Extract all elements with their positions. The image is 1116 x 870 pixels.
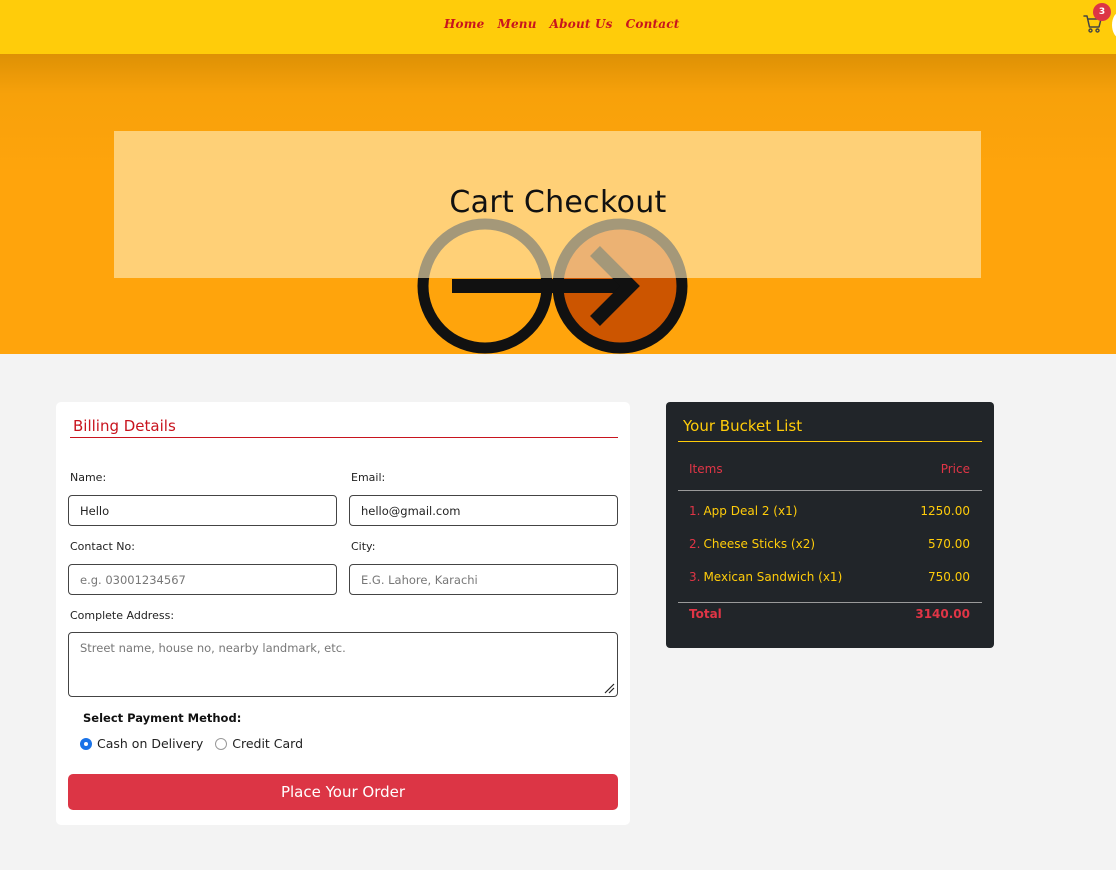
hero-banner: Cart Checkout [0, 54, 1116, 354]
bucket-item-row: 1. App Deal 2 (x1) 1250.00 [689, 504, 970, 520]
item-name: App Deal 2 (x1) [703, 504, 798, 518]
place-order-button[interactable]: Place Your Order [68, 774, 618, 810]
email-input[interactable] [349, 495, 618, 526]
header-divider [678, 490, 982, 491]
item-name-cell: 2. Cheese Sticks (x2) [689, 537, 815, 553]
bucket-title-divider [678, 441, 982, 442]
nav-links: Home Menu About Us Contact [444, 17, 680, 31]
item-price: 1250.00 [920, 504, 970, 518]
address-label: Complete Address: [70, 609, 175, 622]
bucket-list-card: Your Bucket List Items Price 1. App Deal … [666, 402, 994, 648]
cart-button[interactable]: 3 [1083, 3, 1111, 36]
total-value: 3140.00 [915, 607, 970, 621]
payment-option-label: Credit Card [232, 736, 304, 751]
edge-decoration [1112, 12, 1116, 38]
billing-heading-divider [70, 437, 618, 438]
contact-label: Contact No: [70, 540, 135, 553]
cart-count-badge: 3 [1093, 3, 1111, 21]
item-price: 570.00 [928, 537, 970, 551]
payment-option-cod[interactable]: Cash on Delivery [80, 736, 203, 751]
payment-method-title: Select Payment Method: [83, 711, 242, 725]
city-input[interactable] [349, 564, 618, 595]
name-label: Name: [70, 471, 107, 484]
item-name: Mexican Sandwich (x1) [703, 570, 843, 584]
billing-details-card: Billing Details Name: Email: Contact No:… [56, 402, 630, 825]
total-divider [678, 602, 982, 603]
nav-link-contact[interactable]: Contact [626, 17, 680, 31]
nav-link-about-us[interactable]: About Us [550, 17, 613, 31]
total-label: Total [689, 607, 722, 621]
billing-heading: Billing Details [73, 417, 176, 435]
bucket-item-row: 3. Mexican Sandwich (x1) 750.00 [689, 570, 970, 586]
nav-link-menu[interactable]: Menu [497, 17, 536, 31]
total-row: Total 3140.00 [689, 607, 970, 621]
item-number: 3. [689, 570, 701, 584]
payment-option-credit-card[interactable]: Credit Card [215, 736, 303, 751]
payment-method-group: Cash on Delivery Credit Card [80, 736, 315, 751]
top-navbar: Home Menu About Us Contact 3 [0, 0, 1116, 54]
bucket-item-row: 2. Cheese Sticks (x2) 570.00 [689, 537, 970, 553]
contact-input[interactable] [68, 564, 337, 595]
item-name-cell: 1. App Deal 2 (x1) [689, 504, 797, 520]
address-textarea[interactable] [68, 632, 618, 697]
email-label: Email: [351, 471, 386, 484]
name-input[interactable] [68, 495, 337, 526]
page-title: Cart Checkout [449, 185, 667, 220]
item-price: 750.00 [928, 570, 970, 584]
city-label: City: [351, 540, 376, 553]
radio-cod[interactable] [80, 737, 92, 750]
resize-grip-icon[interactable] [604, 683, 615, 694]
item-name: Cheese Sticks (x2) [703, 537, 816, 551]
price-column-header: Price [940, 462, 970, 476]
item-number: 1. [689, 504, 701, 518]
item-number: 2. [689, 537, 701, 551]
items-column-header: Items [689, 462, 723, 476]
radio-credit-card[interactable] [215, 737, 228, 750]
nav-link-home[interactable]: Home [444, 17, 484, 31]
bucket-list-title: Your Bucket List [683, 417, 803, 435]
item-name-cell: 3. Mexican Sandwich (x1) [689, 570, 842, 586]
payment-option-label: Cash on Delivery [97, 736, 204, 751]
